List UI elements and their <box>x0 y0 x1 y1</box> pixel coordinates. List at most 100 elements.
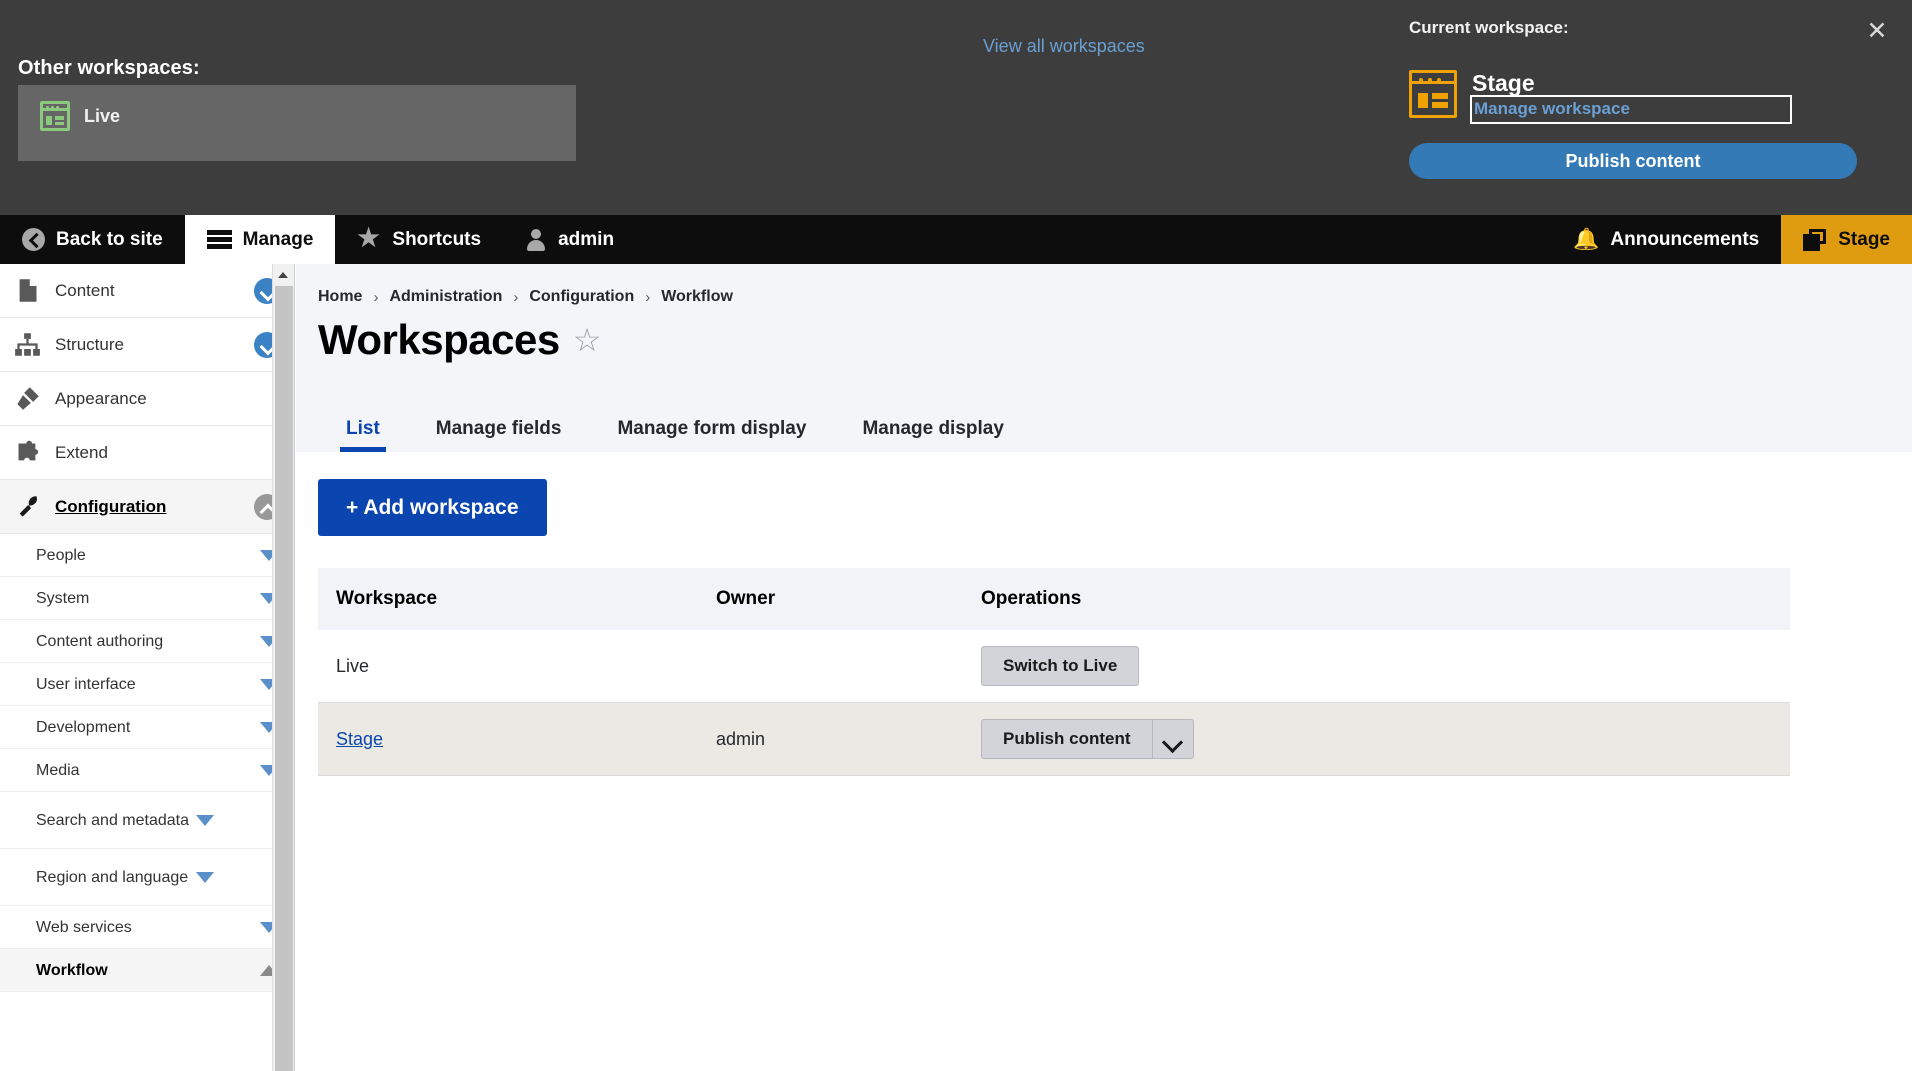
sidebar-subitem-user-interface[interactable]: User interface <box>0 663 294 706</box>
toolbar-tab-announcements[interactable]: 🔔 Announcements <box>1551 215 1781 264</box>
sidebar-subitem-system[interactable]: System <box>0 577 294 620</box>
sidebar-item-structure[interactable]: Structure <box>0 318 294 372</box>
current-workspace-name: Stage <box>1472 70 1535 96</box>
tab-manage-display[interactable]: Manage display <box>834 418 1032 452</box>
toolbar-tab-account[interactable]: admin <box>503 215 636 264</box>
column-header-operations: Operations <box>963 568 1790 630</box>
other-workspace-card-live[interactable]: Live <box>18 85 576 161</box>
close-icon[interactable]: ✕ <box>1860 14 1894 48</box>
workspaces-table: Workspace Owner Operations Live Switch t… <box>318 568 1790 776</box>
sidebar-subitem-search-and-metadata[interactable]: Search and metadata <box>0 792 294 849</box>
workspaces-stack-icon <box>1803 228 1827 251</box>
workspace-icon <box>1409 70 1457 118</box>
sidebar-item-label: Extend <box>55 442 108 462</box>
publish-content-button[interactable]: Publish content <box>1409 143 1857 179</box>
breadcrumb-item-administration[interactable]: Administration <box>389 288 502 306</box>
cell-operations: Switch to Live <box>963 630 1790 703</box>
content-region: + Add workspace Workspace Owner Operatio… <box>296 452 1912 1071</box>
current-workspace-label: Current workspace: <box>1409 18 1569 37</box>
account-label: admin <box>558 228 615 250</box>
workspace-offcanvas-panel: ✕ Other workspaces: Live View all worksp… <box>0 0 1912 215</box>
cell-workspace-name: Live <box>318 630 698 703</box>
sidebar-subitem-media[interactable]: Media <box>0 749 294 792</box>
other-workspace-name: Live <box>84 105 121 126</box>
manage-workspace-link[interactable]: Manage workspace <box>1470 95 1792 124</box>
sidebar-item-label: Content <box>55 280 115 300</box>
back-arrow-icon <box>22 228 45 251</box>
sidebar-scrollbar[interactable] <box>272 264 294 1071</box>
tab-list[interactable]: List <box>318 418 408 452</box>
breadcrumb-separator: › <box>513 288 519 306</box>
triangle-down-icon[interactable] <box>196 814 214 826</box>
page-title: Workspaces <box>318 316 560 363</box>
breadcrumb-item-home[interactable]: Home <box>318 288 362 306</box>
breadcrumb-item-configuration[interactable]: Configuration <box>529 288 634 306</box>
sidebar-subitem-web-services[interactable]: Web services <box>0 906 294 949</box>
sidebar-subitem-region-and-language[interactable]: Region and language <box>0 849 294 906</box>
cell-workspace-name: Stage <box>318 702 698 776</box>
sidebar-subitem-label: Search and metadata <box>36 811 189 829</box>
sidebar-subitem-label: People <box>36 546 86 564</box>
view-all-workspaces-link[interactable]: View all workspaces <box>983 36 1145 57</box>
cell-owner <box>698 630 963 703</box>
user-icon <box>525 228 547 251</box>
scrollbar-thumb[interactable] <box>275 286 293 1071</box>
tab-manage-fields[interactable]: Manage fields <box>408 418 590 452</box>
primary-tabs: List Manage fields Manage form display M… <box>296 404 1912 452</box>
workspace-icon <box>40 101 70 131</box>
sidebar-subitem-label: System <box>36 589 90 607</box>
other-workspaces-label: Other workspaces: <box>18 57 200 79</box>
sidebar-subitem-label: Development <box>36 718 131 736</box>
puzzle-piece-icon <box>14 439 41 466</box>
hamburger-icon <box>206 230 232 249</box>
toolbar-tab-manage[interactable]: Manage <box>184 215 336 264</box>
sidebar-subitem-workflow[interactable]: Workflow <box>0 949 294 992</box>
sidebar-item-label: Appearance <box>55 388 147 408</box>
current-workspace-block: Stage Manage workspace <box>1409 70 1792 124</box>
cell-owner: admin <box>698 702 963 776</box>
manage-label: Manage <box>242 228 314 250</box>
column-header-workspace: Workspace <box>318 568 698 630</box>
sidebar-item-label: Structure <box>55 334 124 354</box>
shortcuts-label: Shortcuts <box>392 228 482 250</box>
back-to-site-button[interactable]: Back to site <box>0 215 185 264</box>
table-row: Stage admin Publish content <box>318 702 1790 776</box>
announcements-label: Announcements <box>1610 228 1760 250</box>
page-title-row: Workspaces ☆ <box>318 316 601 364</box>
table-row: Live Switch to Live <box>318 630 1790 703</box>
tab-manage-form-display[interactable]: Manage form display <box>589 418 834 452</box>
workspace-link-stage[interactable]: Stage <box>336 729 383 749</box>
triangle-down-icon[interactable] <box>196 871 214 883</box>
sidebar-item-extend[interactable]: Extend <box>0 426 294 480</box>
sidebar-subitem-label: User interface <box>36 675 136 693</box>
sidebar-subitem-label: Region and language <box>36 868 189 886</box>
breadcrumb-separator: › <box>645 288 651 306</box>
admin-sidebar: Content Structure Appearance Extend Conf… <box>0 264 295 1071</box>
operations-dropdown-group: Publish content <box>981 719 1194 759</box>
document-icon <box>14 277 41 304</box>
breadcrumb-item-workflow[interactable]: Workflow <box>661 288 733 306</box>
star-icon: ★ <box>357 224 380 252</box>
sidebar-subitem-label: Workflow <box>36 961 108 979</box>
scroll-up-arrow-icon[interactable] <box>273 264 294 284</box>
paintbrush-icon <box>14 385 41 412</box>
sidebar-subitem-content-authoring[interactable]: Content authoring <box>0 620 294 663</box>
chevron-down-icon[interactable] <box>1151 719 1194 759</box>
bell-icon: 🔔 <box>1573 227 1600 251</box>
sidebar-item-configuration[interactable]: Configuration <box>0 480 294 534</box>
back-to-site-label: Back to site <box>56 228 163 250</box>
publish-content-button[interactable]: Publish content <box>981 719 1152 759</box>
sidebar-subitem-label: Web services <box>36 918 132 936</box>
switch-to-live-button[interactable]: Switch to Live <box>981 646 1140 686</box>
sidebar-subitem-label: Content authoring <box>36 632 164 650</box>
add-workspace-button[interactable]: + Add workspace <box>318 479 547 536</box>
sidebar-subitem-people[interactable]: People <box>0 534 294 577</box>
breadcrumb: Home › Administration › Configuration › … <box>318 288 733 306</box>
toolbar-tab-stage[interactable]: Stage <box>1781 215 1912 264</box>
sidebar-item-appearance[interactable]: Appearance <box>0 372 294 426</box>
sidebar-subitem-development[interactable]: Development <box>0 706 294 749</box>
star-outline-icon[interactable]: ☆ <box>573 324 602 356</box>
sidebar-item-content[interactable]: Content <box>0 264 294 318</box>
toolbar-tab-shortcuts[interactable]: ★ Shortcuts <box>335 215 503 264</box>
